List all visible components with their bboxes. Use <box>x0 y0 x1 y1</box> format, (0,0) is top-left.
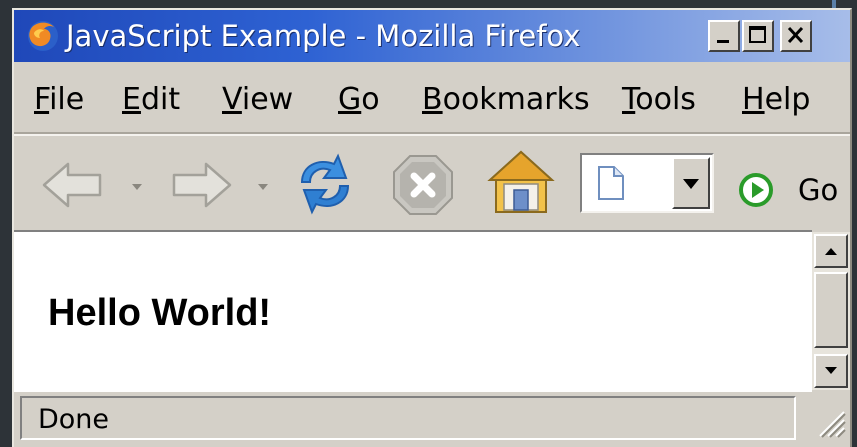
menu-go[interactable]: Go <box>338 80 380 120</box>
menu-bookmarks[interactable]: Bookmarks <box>422 80 590 120</box>
forward-button[interactable] <box>166 158 236 212</box>
vertical-scrollbar[interactable] <box>812 232 850 390</box>
resize-grip-icon[interactable] <box>814 406 846 442</box>
menu-file[interactable]: File <box>34 80 84 120</box>
desktop-edge-accent <box>832 0 836 8</box>
address-dropdown-button[interactable] <box>672 157 710 209</box>
go-label[interactable]: Go <box>798 172 838 208</box>
go-arrow-icon <box>739 173 773 207</box>
window-title: JavaScript Example - Mozilla Firefox <box>66 19 581 53</box>
scroll-down-button[interactable] <box>814 354 848 388</box>
stop-icon <box>393 155 453 215</box>
forward-arrow-icon <box>172 162 232 208</box>
status-bar: Done <box>14 392 850 447</box>
minimize-button[interactable] <box>708 20 740 52</box>
minimize-icon <box>717 40 729 43</box>
page-icon <box>598 166 624 200</box>
scroll-thumb[interactable] <box>814 272 848 348</box>
maximize-icon <box>749 26 766 43</box>
chevron-down-icon <box>258 184 268 190</box>
maximize-button[interactable] <box>742 20 774 52</box>
page-content: Hello World! <box>14 230 812 392</box>
reload-button[interactable] <box>290 148 360 218</box>
scroll-up-button[interactable] <box>814 234 848 268</box>
reload-icon <box>300 153 350 215</box>
back-button[interactable] <box>38 158 108 212</box>
back-dropdown-button[interactable] <box>130 182 144 192</box>
home-button[interactable] <box>484 146 558 220</box>
status-text: Done <box>38 404 110 435</box>
stop-button[interactable] <box>390 152 456 218</box>
home-icon <box>487 150 555 213</box>
arrow-down-icon <box>825 367 837 374</box>
address-bar[interactable] <box>580 153 714 213</box>
close-button[interactable] <box>780 20 812 52</box>
menu-help[interactable]: Help <box>742 80 810 120</box>
menu-view[interactable]: View <box>222 80 293 120</box>
status-pane: Done <box>20 396 796 440</box>
back-arrow-icon <box>42 162 102 208</box>
chevron-down-icon <box>683 179 699 189</box>
go-button[interactable] <box>738 172 774 208</box>
forward-dropdown-button[interactable] <box>256 182 270 192</box>
firefox-logo-icon <box>28 21 58 51</box>
title-bar[interactable]: JavaScript Example - Mozilla Firefox <box>14 10 850 62</box>
arrow-up-icon <box>825 248 837 255</box>
browser-window: JavaScript Example - Mozilla Firefox Fil… <box>12 8 852 447</box>
menu-edit[interactable]: Edit <box>122 80 180 120</box>
close-icon <box>787 26 804 44</box>
chevron-down-icon <box>132 184 142 190</box>
menu-tools[interactable]: Tools <box>622 80 696 120</box>
page-heading: Hello World! <box>48 292 272 334</box>
